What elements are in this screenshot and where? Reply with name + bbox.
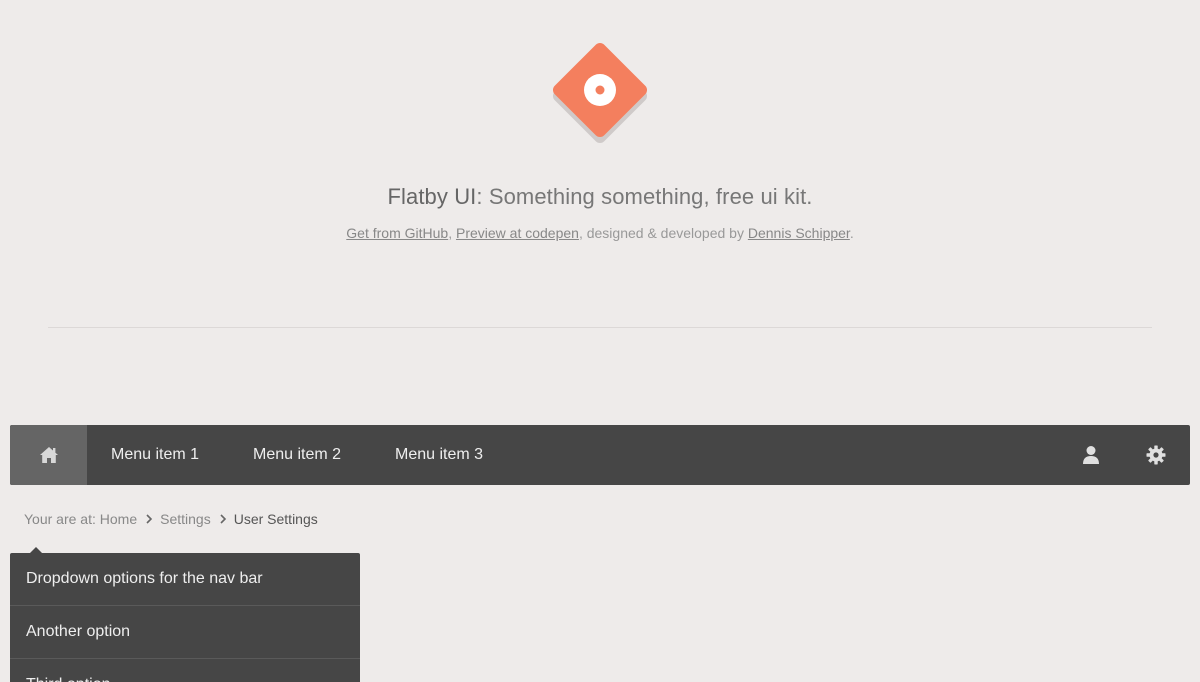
nav-home-button[interactable] xyxy=(10,425,87,485)
tagline-text: : Something something, free ui kit. xyxy=(476,184,813,209)
chevron-right-icon xyxy=(220,514,226,524)
navbar: Menu item 1 Menu item 2 Menu item 3 xyxy=(10,425,1190,485)
home-icon xyxy=(39,447,58,463)
breadcrumb-prefix: Your are at: xyxy=(24,511,96,527)
dropdown-item[interactable]: Third option xyxy=(10,659,360,682)
flatby-logo xyxy=(550,40,650,146)
nav-menu-item-2[interactable]: Menu item 2 xyxy=(229,425,365,485)
nav-user-button[interactable] xyxy=(1063,425,1119,485)
author-link[interactable]: Dennis Schipper xyxy=(748,225,850,241)
breadcrumb-current: User Settings xyxy=(233,511,318,527)
dropdown-arrow xyxy=(30,547,42,553)
dropdown-item[interactable]: Another option xyxy=(10,606,360,659)
credits-line: Get from GitHub, Preview at codepen, des… xyxy=(0,225,1200,241)
tagline: Flatby UI: Something something, free ui … xyxy=(0,184,1200,210)
github-link[interactable]: Get from GitHub xyxy=(346,225,448,241)
gear-icon xyxy=(1146,445,1166,465)
credits-end: . xyxy=(849,225,854,241)
logo-diamond-icon xyxy=(552,42,648,144)
nav-dropdown-menu: Dropdown options for the nav bar Another… xyxy=(10,547,360,682)
user-icon xyxy=(1083,446,1099,464)
brand-name: Flatby UI xyxy=(387,184,477,209)
credits-separator: , xyxy=(448,225,456,241)
credits-designed-by: , designed & developed by xyxy=(578,225,748,241)
nav-menu-item-3[interactable]: Menu item 3 xyxy=(371,425,507,485)
page: Flatby UI: Something something, free ui … xyxy=(0,0,1200,682)
breadcrumb-home[interactable]: Home xyxy=(100,511,137,527)
section-divider xyxy=(48,327,1152,328)
breadcrumb-settings[interactable]: Settings xyxy=(160,511,211,527)
chevron-right-icon xyxy=(146,514,153,524)
codepen-link[interactable]: Preview at codepen xyxy=(456,225,579,241)
nav-settings-button[interactable] xyxy=(1128,425,1184,485)
dropdown-item[interactable]: Dropdown options for the nav bar xyxy=(10,553,360,606)
nav-menu-item-1[interactable]: Menu item 1 xyxy=(87,425,223,485)
breadcrumb: Your are at: Home Settings User Settings xyxy=(24,510,318,528)
